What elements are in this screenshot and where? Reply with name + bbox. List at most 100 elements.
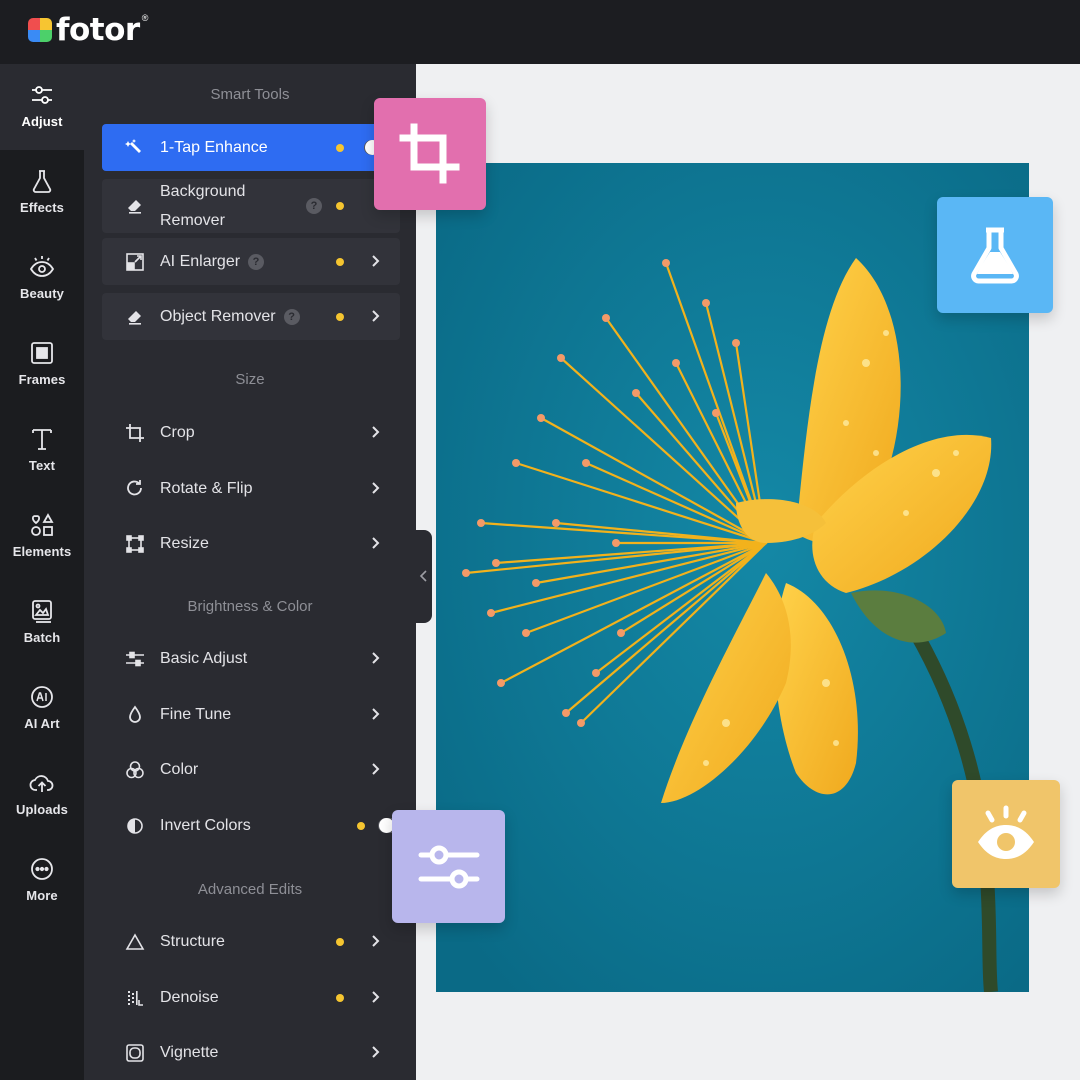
rail-item-uploads[interactable]: Uploads [0, 752, 84, 838]
tool-object-remover[interactable]: Object Remover ? [102, 293, 400, 340]
tool-background-remover[interactable]: Background Remover ? [102, 179, 400, 233]
frame-icon [31, 342, 53, 364]
rotate-icon [127, 479, 142, 495]
tool-label: Color [160, 760, 199, 778]
tool-structure[interactable]: Structure [102, 918, 400, 965]
rail-label: Batch [23, 630, 61, 645]
tool-1-tap-enhance[interactable]: 1-Tap Enhance [102, 124, 400, 171]
premium-dot [336, 258, 344, 266]
tool-invert-colors[interactable]: Invert Colors [102, 802, 408, 849]
left-nav-rail: Adjust Effects Beauty Frames Text Elemen… [0, 64, 84, 1080]
collapse-panel-handle[interactable] [416, 530, 432, 623]
rail-label: Uploads [16, 802, 68, 817]
chevron-right-icon [372, 763, 380, 775]
rail-item-beauty[interactable]: Beauty [0, 236, 84, 322]
sliders-icon [126, 651, 144, 666]
section-title-advanced-edits: Advanced Edits [197, 881, 303, 898]
tool-label: Background Remover [160, 183, 246, 229]
rail-item-frames[interactable]: Frames [0, 322, 84, 408]
help-icon[interactable]: ? [306, 198, 322, 214]
premium-dot [336, 202, 344, 210]
more-icon [31, 858, 53, 880]
premium-dot [357, 822, 365, 830]
flask-icon [971, 227, 1019, 284]
adjust-feature-tile[interactable] [392, 810, 505, 923]
eraser-icon [128, 310, 141, 325]
top-bar: fotor ® [0, 0, 1080, 64]
denoise-icon [128, 990, 143, 1006]
rail-item-batch[interactable]: Batch [0, 580, 84, 666]
rail-label: Elements [12, 544, 72, 559]
tool-label: Resize [160, 534, 209, 552]
resize-icon [126, 534, 144, 553]
chevron-right-icon [372, 255, 380, 267]
section-title-smart-tools: Smart Tools [210, 86, 290, 103]
tool-label: AI Enlarger [160, 252, 241, 270]
tool-crop[interactable]: Crop [102, 409, 400, 456]
eraser-icon [128, 200, 141, 214]
tool-label: Invert Colors [160, 816, 251, 834]
tool-label: Structure [160, 932, 225, 950]
elements-icon [31, 513, 54, 536]
cloud-upload-icon [29, 775, 54, 792]
rail-label: More [26, 888, 58, 903]
rail-label: Adjust [21, 114, 63, 129]
rail-item-elements[interactable]: Elements [0, 494, 84, 580]
tool-basic-adjust[interactable]: Basic Adjust [102, 635, 400, 682]
effects-feature-tile[interactable] [937, 197, 1053, 313]
droplet-icon [129, 704, 141, 723]
tool-rotate-flip[interactable]: Rotate & Flip [102, 465, 400, 512]
section-title-brightness-color: Brightness & Color [187, 598, 313, 615]
rail-item-text[interactable]: Text [0, 408, 84, 494]
tool-ai-enlarger[interactable]: AI Enlarger ? [102, 238, 400, 285]
invert-icon [127, 817, 143, 834]
help-icon[interactable]: ? [283, 308, 300, 325]
registered-mark: ® [141, 13, 149, 23]
chevron-right-icon [372, 652, 380, 664]
beauty-feature-tile[interactable] [952, 780, 1060, 888]
tool-label: 1-Tap Enhance [160, 138, 268, 156]
premium-dot [336, 994, 344, 1002]
rail-label: Effects [19, 200, 65, 215]
rail-item-effects[interactable]: Effects [0, 150, 84, 236]
logo-text: fotor [56, 12, 140, 48]
premium-dot [336, 938, 344, 946]
tool-color[interactable]: Color [102, 746, 400, 793]
tool-label: Crop [160, 423, 195, 441]
rail-label: AI Art [24, 716, 60, 731]
tool-label: Fine Tune [160, 705, 232, 723]
fotor-logo-icon [28, 18, 52, 42]
crop-icon [126, 423, 144, 442]
triangle-icon [125, 932, 145, 950]
tool-vignette[interactable]: Vignette [102, 1029, 400, 1076]
rail-label: Beauty [20, 286, 64, 301]
chevron-right-icon [372, 537, 380, 549]
eye-icon [978, 805, 1034, 859]
chevron-right-icon [372, 426, 380, 438]
tool-label: Basic Adjust [160, 649, 248, 667]
eye-icon [29, 256, 55, 277]
rail-item-ai-art[interactable]: AI Art [0, 666, 84, 752]
tool-denoise[interactable]: Denoise [102, 974, 400, 1021]
premium-dot [336, 144, 344, 152]
tool-fine-tune[interactable]: Fine Tune [102, 691, 400, 738]
help-icon[interactable]: ? [248, 253, 265, 270]
crop-feature-tile[interactable] [374, 98, 486, 210]
text-icon [32, 429, 52, 450]
magic-wand-icon [125, 138, 141, 153]
chevron-right-icon [372, 1046, 380, 1058]
tool-resize[interactable]: Resize [102, 520, 400, 567]
adjust-tools-panel: Smart Tools 1-Tap Enhance Background Remo… [84, 64, 416, 1080]
chevron-right-icon [372, 935, 380, 947]
fotor-logo[interactable]: fotor ® [28, 12, 148, 48]
tool-label: Object Remover [160, 307, 276, 325]
rail-label: Text [28, 458, 56, 473]
rail-item-more[interactable]: More [0, 838, 84, 924]
rail-item-adjust[interactable]: Adjust [0, 64, 84, 150]
premium-dot [336, 313, 344, 321]
ai-art-icon [31, 686, 53, 708]
chevron-left-icon [419, 570, 427, 582]
sliders-icon [418, 845, 479, 888]
flask-icon [32, 170, 52, 193]
color-circles-icon [126, 760, 144, 778]
